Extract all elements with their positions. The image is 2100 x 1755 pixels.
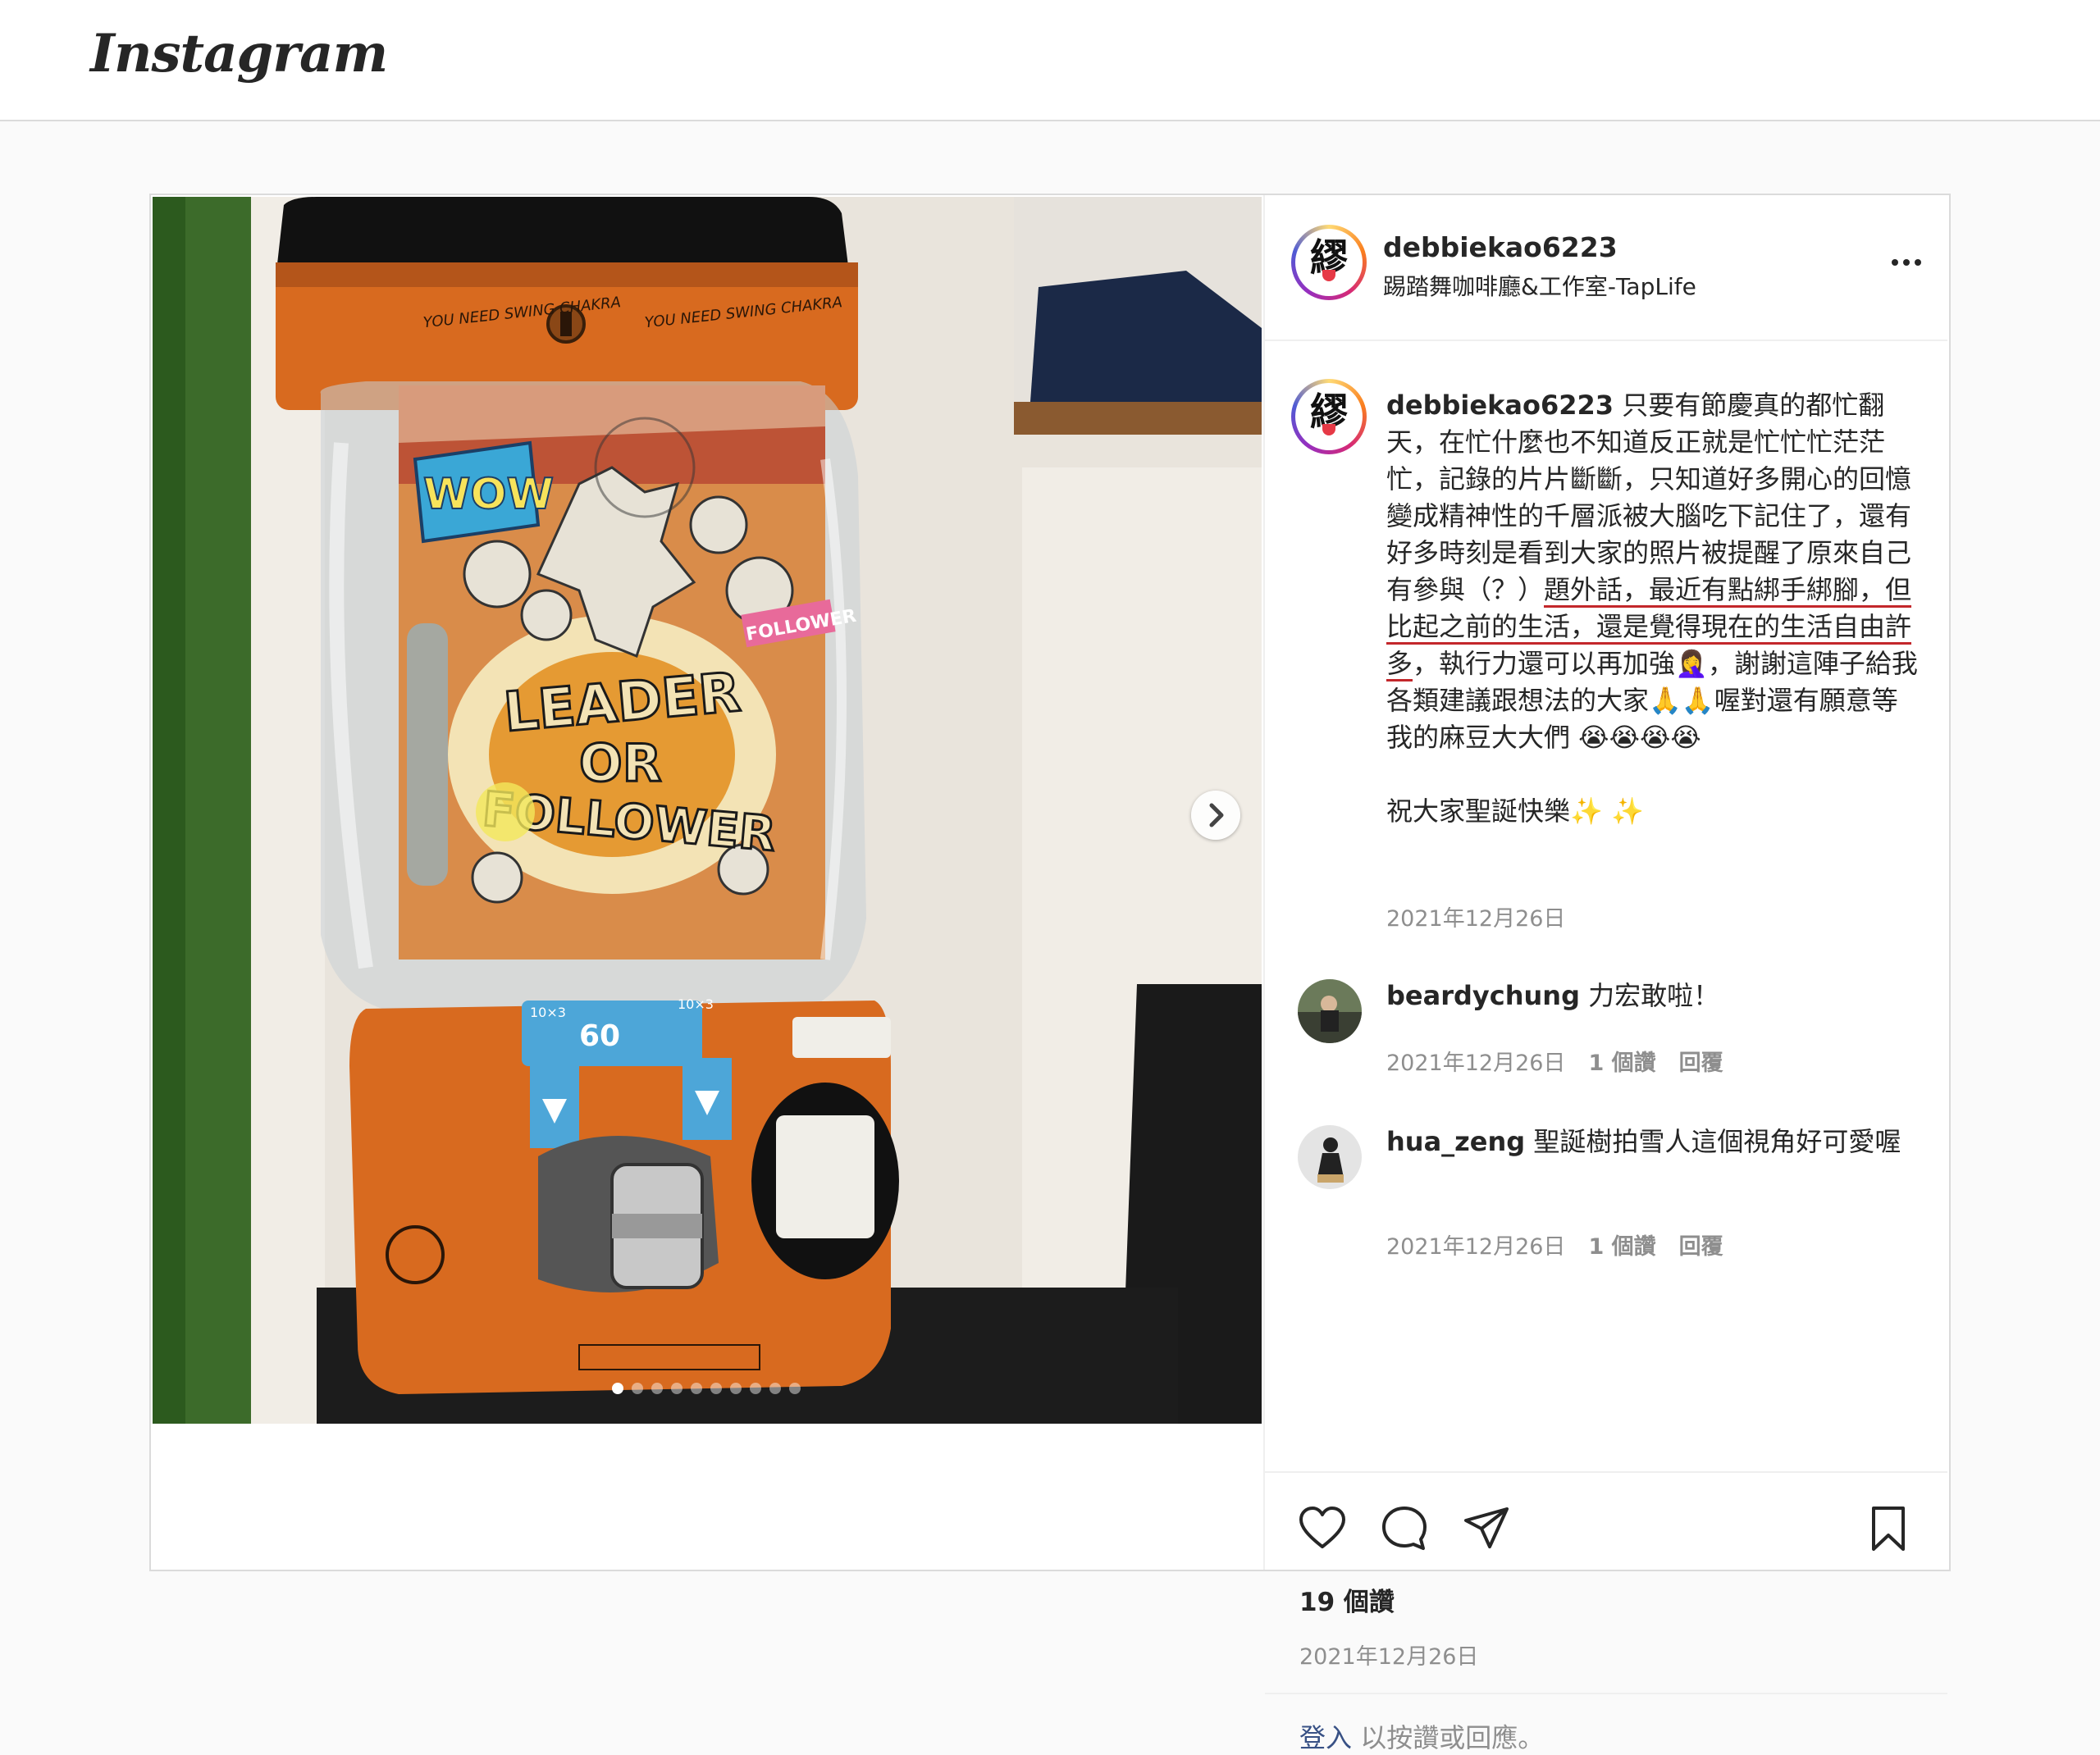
comment-date: 2021年12月26日: [1386, 1051, 1566, 1076]
carousel-next-button[interactable]: [1191, 791, 1240, 840]
actions-divider: [1265, 1471, 1947, 1473]
comment-like-count[interactable]: 1 個讚: [1588, 1234, 1655, 1260]
carousel-dot[interactable]: [730, 1383, 742, 1394]
top-bar: Instagram: [0, 0, 2100, 121]
sticker-wow: WOW: [423, 470, 554, 519]
comment-like-count[interactable]: 1 個讚: [1588, 1051, 1655, 1076]
price-label: 60: [579, 1019, 620, 1053]
comment-reply-button[interactable]: 回覆: [1679, 1234, 1723, 1260]
header-divider: [1265, 340, 1947, 341]
commenter-avatar[interactable]: [1298, 1125, 1362, 1189]
comment-username[interactable]: hua_zeng: [1386, 1126, 1525, 1157]
footer-divider: [1265, 1693, 1947, 1694]
caption-username[interactable]: debbiekao6223: [1386, 390, 1614, 421]
caption-text-after: ，執行力還可以再加強🤦‍♀️，謝謝這陣子給我各類建議跟想法的大家🙏🙏喔對還有願意…: [1386, 648, 1918, 753]
comment-body: 力宏敢啦！: [1579, 980, 1720, 1011]
comment: beardychung 力宏敢啦！: [1386, 978, 1920, 1014]
post-photo: WOW FOLLOWER LEADER OR FOLLOWER YOU NEED…: [153, 197, 1262, 1424]
author-avatar[interactable]: 繆: [1291, 225, 1367, 300]
login-prompt: 登入 以按讚或回應。: [1299, 1717, 1544, 1755]
post-date[interactable]: 2021年12月26日: [1299, 1639, 1478, 1671]
comment-icon[interactable]: [1380, 1504, 1429, 1553]
comment-reply-button[interactable]: 回覆: [1679, 1051, 1723, 1076]
avatar-photo: [1298, 1125, 1362, 1189]
share-icon[interactable]: [1462, 1504, 1511, 1553]
avatar-photo: [1298, 979, 1362, 1043]
post-sidebar: 繆 debbiekao6223 踢踏舞咖啡廳&工作室-TapLife 繆 deb…: [1263, 195, 1949, 1753]
headline-or: OR: [579, 733, 661, 793]
caption-date: 2021年12月26日: [1386, 906, 1566, 932]
carousel-dot[interactable]: [769, 1383, 781, 1394]
coin-text-left: 10×3: [530, 1005, 566, 1020]
carousel-dot[interactable]: [710, 1383, 722, 1394]
heart-icon[interactable]: [1298, 1504, 1347, 1553]
carousel-indicator: [612, 1383, 801, 1399]
post-card: WOW FOLLOWER LEADER OR FOLLOWER YOU NEED…: [149, 194, 1951, 1753]
comment-meta: 2021年12月26日 1 個讚 回覆: [1386, 1228, 1746, 1260]
comment-body: 聖誕樹拍雪人這個視角好可愛喔: [1525, 1126, 1901, 1157]
commenter-avatar[interactable]: [1298, 979, 1362, 1043]
carousel-dot[interactable]: [632, 1383, 643, 1394]
carousel-dot[interactable]: [651, 1383, 663, 1394]
login-prompt-text: 以按讚或回應。: [1352, 1722, 1545, 1753]
caption-text-before: 只要有節慶真的都忙翻天，在忙什麼也不知道反正就是忙忙忙茫茫忙，記錄的片片斷斷，只…: [1386, 390, 1912, 605]
caption-meta: 2021年12月26日: [1386, 900, 1588, 932]
instagram-logo[interactable]: Instagram: [90, 23, 388, 84]
author-username[interactable]: debbiekao6223: [1383, 231, 1618, 263]
comment-username[interactable]: beardychung: [1386, 980, 1580, 1011]
carousel-dot[interactable]: [671, 1383, 682, 1394]
caption-second-paragraph: 祝大家聖誕快樂✨ ✨: [1386, 795, 1644, 827]
post-location[interactable]: 踢踏舞咖啡廳&工作室-TapLife: [1383, 269, 1696, 302]
post-caption: debbiekao6223 只要有節慶真的都忙翻天，在忙什麼也不知道反正就是忙忙…: [1386, 387, 1920, 830]
more-icon[interactable]: [1888, 244, 1924, 280]
carousel-dot[interactable]: [691, 1383, 702, 1394]
carousel-dot[interactable]: [750, 1383, 761, 1394]
comment-date: 2021年12月26日: [1386, 1234, 1566, 1260]
comment: hua_zeng 聖誕樹拍雪人這個視角好可愛喔: [1386, 1124, 1920, 1160]
like-count[interactable]: 19 個讚: [1299, 1581, 1395, 1618]
coin-text-right: 10×3: [678, 996, 714, 1012]
carousel-dot[interactable]: [612, 1383, 623, 1394]
chevron-right-icon: [1209, 803, 1224, 827]
comment-meta: 2021年12月26日 1 個讚 回覆: [1386, 1045, 1746, 1077]
login-link[interactable]: 登入: [1299, 1722, 1352, 1753]
post-media[interactable]: WOW FOLLOWER LEADER OR FOLLOWER YOU NEED…: [153, 197, 1262, 1424]
caption-avatar[interactable]: 繆: [1291, 379, 1367, 454]
carousel-dot[interactable]: [789, 1383, 801, 1394]
bookmark-icon[interactable]: [1864, 1504, 1913, 1553]
